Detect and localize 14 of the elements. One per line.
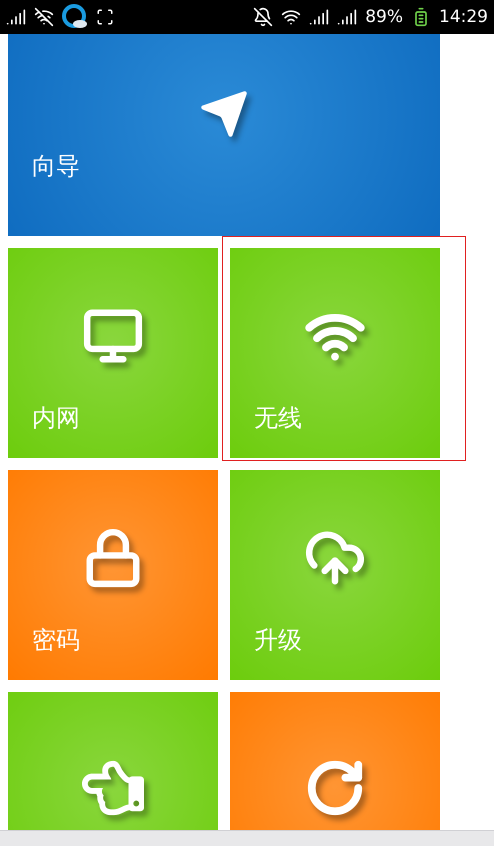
menu-tile[interactable]: 无线 <box>230 248 440 458</box>
clock-time: 14:29 <box>439 7 488 27</box>
battery-percent: 89% <box>365 7 403 27</box>
menu-tile[interactable]: 升级 <box>230 470 440 680</box>
menu-tile[interactable]: 密码 <box>8 470 218 680</box>
app-logo-icon <box>62 4 88 30</box>
wizard-tile[interactable]: 向导 <box>8 34 440 236</box>
screenshot-icon <box>96 8 114 26</box>
signal-icon <box>309 7 330 27</box>
signal-icon <box>337 7 358 27</box>
wifi-off-icon <box>34 7 54 27</box>
bell-off-icon <box>253 7 274 27</box>
signal-icon <box>6 7 26 27</box>
menu-tile[interactable]: 内网 <box>8 248 218 458</box>
